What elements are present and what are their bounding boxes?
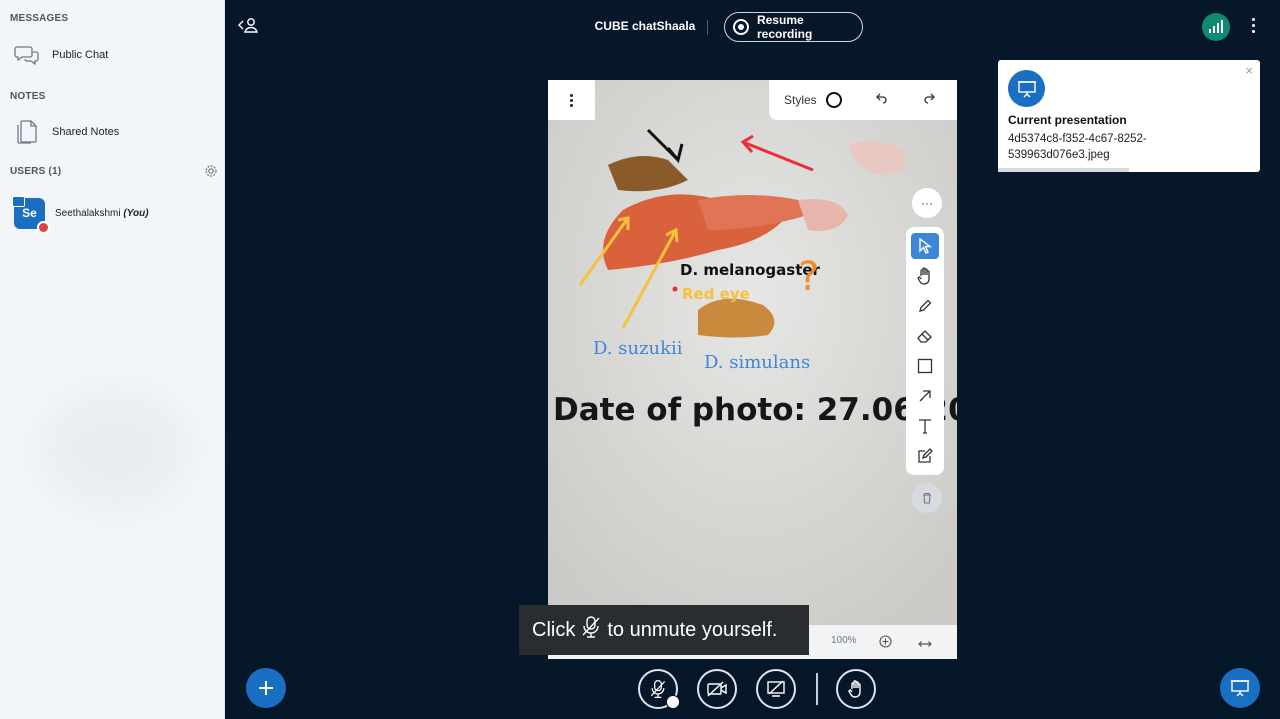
zoom-in-icon[interactable]: [879, 635, 892, 653]
presentation-notification: Current presentation 4d5374c8-f352-4c67-…: [998, 60, 1260, 172]
user-you-tag: (You): [123, 207, 149, 219]
whiteboard-toolbar: [906, 227, 944, 475]
arrow-icon[interactable]: [911, 383, 939, 409]
actions-button[interactable]: [246, 668, 286, 708]
raise-hand-button[interactable]: [836, 669, 876, 709]
sidebar: MESSAGES Public Chat NOTES Shared Notes …: [0, 0, 225, 719]
close-icon[interactable]: ×: [1245, 63, 1253, 78]
trash-icon: [923, 492, 931, 504]
styles-label[interactable]: Styles: [784, 93, 817, 107]
text-icon[interactable]: [911, 413, 939, 439]
pan-icon[interactable]: [911, 263, 939, 289]
blurred-area: [40, 390, 190, 510]
controls-separator: [816, 673, 818, 705]
label-red-eye: Red eye: [682, 285, 750, 303]
signal-bar: [1213, 26, 1215, 33]
rectangle-icon[interactable]: [911, 353, 939, 379]
avatar-initials: Se: [22, 206, 37, 220]
meeting-title: CUBE chatShaala: [594, 19, 696, 33]
header-divider: [707, 20, 708, 35]
audio-options-caret[interactable]: [666, 695, 680, 709]
public-chat-label: Public Chat: [52, 49, 109, 61]
user-name: Seethalakshmi (You): [55, 208, 149, 219]
slide-image: D. melanogaster Red eye ? D. suzukii D. …: [548, 80, 957, 625]
zoom-level: 100%: [831, 635, 857, 646]
gear-icon[interactable]: [204, 164, 218, 178]
unmute-tooltip-before: Click: [532, 618, 576, 641]
label-question-mark: ?: [798, 254, 819, 300]
chat-icon: [10, 44, 44, 66]
select-icon[interactable]: [911, 233, 939, 259]
slide-menu-button[interactable]: [548, 80, 595, 120]
presentation-icon: [1231, 680, 1249, 697]
camera-off-icon: [707, 681, 727, 697]
record-icon: [733, 19, 749, 35]
note-icon[interactable]: [911, 443, 939, 469]
options-menu-button[interactable]: [1252, 18, 1256, 36]
resume-recording-button[interactable]: Resume recording: [724, 12, 863, 42]
signal-bar: [1221, 20, 1223, 33]
styles-panel: Styles: [769, 80, 957, 120]
hand-icon: [848, 680, 861, 698]
delete-button[interactable]: [912, 483, 942, 513]
more-tools-button[interactable]: ···: [912, 188, 942, 218]
label-simulans: D. simulans: [704, 352, 810, 373]
eraser-icon[interactable]: [911, 323, 939, 349]
toggle-userlist-button[interactable]: [238, 17, 260, 40]
signal-bar: [1217, 23, 1219, 33]
muted-mic-icon: [37, 220, 50, 234]
fit-width-icon[interactable]: [918, 636, 932, 654]
label-suzukii: D. suzukii: [593, 338, 683, 359]
muted-mic-icon: [580, 615, 602, 645]
presentation-icon: [1008, 70, 1045, 107]
users-section-title: USERS (1): [10, 166, 62, 177]
share-webcam-button[interactable]: [697, 669, 737, 709]
screenshare-off-icon: [767, 680, 785, 697]
avatar: Se: [12, 195, 50, 234]
user-name-text: Seethalakshmi: [55, 207, 121, 219]
sidebar-item-public-chat[interactable]: Public Chat: [10, 37, 215, 73]
notification-title: Current presentation: [1008, 113, 1127, 127]
plus-icon: [259, 681, 273, 695]
resume-recording-label: Resume recording: [756, 13, 813, 41]
undo-icon[interactable]: [875, 91, 888, 109]
notes-section-title: NOTES: [10, 91, 46, 102]
presenter-icon: [12, 195, 25, 207]
share-screen-button[interactable]: [756, 669, 796, 709]
notification-progress: [998, 168, 1129, 172]
redo-icon[interactable]: [923, 91, 935, 109]
unmute-tooltip-after: to unmute yourself.: [607, 618, 778, 641]
shared-notes-label: Shared Notes: [52, 126, 120, 138]
sidebar-item-shared-notes[interactable]: Shared Notes: [10, 114, 215, 150]
connection-status-button[interactable]: [1202, 13, 1230, 41]
pencil-icon[interactable]: [911, 293, 939, 319]
notification-body: 4d5374c8-f352-4c67-8252-539963d076e3.jpe…: [1008, 133, 1147, 161]
label-date: Date of photo: 27.06.20: [553, 392, 957, 428]
messages-section-title: MESSAGES: [10, 13, 69, 24]
unmute-tooltip: Click to unmute yourself.: [519, 605, 809, 655]
signal-bar: [1209, 29, 1211, 33]
restore-presentation-button[interactable]: [1220, 668, 1260, 708]
muted-mic-icon: [650, 680, 666, 698]
user-list-item[interactable]: Se Seethalakshmi (You): [12, 195, 214, 234]
presentation-slide[interactable]: D. melanogaster Red eye ? D. suzukii D. …: [548, 80, 957, 659]
notes-icon: [10, 120, 44, 144]
stroke-style-icon[interactable]: [825, 92, 842, 108]
user-toggle-icon: [238, 18, 258, 33]
